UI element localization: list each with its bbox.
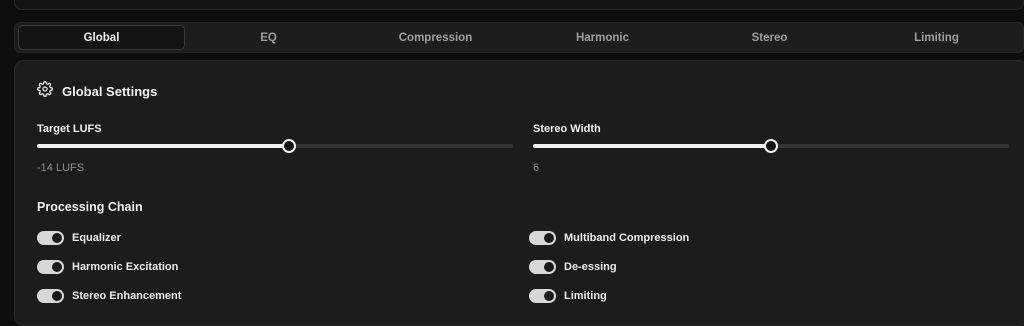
toggle-row-multiband-compression: Multiband Compression [529, 231, 689, 245]
stereo-width-thumb[interactable] [764, 139, 778, 153]
target-lufs-slider[interactable] [37, 139, 513, 153]
stereo-width-fill [533, 144, 771, 148]
equalizer-label: Equalizer [72, 232, 121, 244]
toggle-knob [52, 262, 62, 272]
multiband-compression-label: Multiband Compression [564, 232, 690, 244]
tab-stereo[interactable]: Stereo [686, 25, 853, 50]
toggle-knob [544, 233, 554, 243]
de-essing-toggle[interactable] [529, 260, 556, 274]
tab-compression[interactable]: Compression [352, 25, 519, 50]
toggle-knob [52, 291, 62, 301]
multiband-compression-toggle[interactable] [529, 231, 556, 245]
equalizer-toggle[interactable] [37, 231, 64, 245]
target-lufs-control: Target LUFS -14 LUFS [37, 123, 513, 174]
tab-eq[interactable]: EQ [185, 25, 352, 50]
processing-chain-title: Processing Chain [37, 200, 143, 214]
toggle-row-stereo-enhancement: Stereo Enhancement [37, 289, 181, 303]
tab-limiting[interactable]: Limiting [853, 25, 1020, 50]
limiting-label: Limiting [564, 290, 607, 302]
tab-harmonic[interactable]: Harmonic [519, 25, 686, 50]
harmonic-excitation-toggle[interactable] [37, 260, 64, 274]
target-lufs-thumb[interactable] [282, 139, 297, 153]
toggle-row-limiting: Limiting [529, 289, 607, 303]
toggle-knob [544, 291, 554, 301]
toggle-knob [52, 233, 62, 243]
top-panel [14, 0, 1024, 10]
stereo-width-slider[interactable] [533, 139, 1009, 153]
target-lufs-label: Target LUFS [37, 123, 102, 135]
stereo-width-control: Stereo Width 6 [533, 123, 1009, 174]
toggle-row-equalizer: Equalizer [37, 231, 121, 245]
target-lufs-value: -14 LUFS [37, 162, 85, 174]
stereo-enhancement-label: Stereo Enhancement [72, 290, 182, 302]
stereo-width-value: 6 [533, 162, 540, 174]
de-essing-label: De-essing [564, 261, 617, 273]
stereo-enhancement-toggle[interactable] [37, 289, 64, 303]
global-settings-card: Global Settings Target LUFS -14 LUFS Ste… [14, 60, 1024, 326]
harmonic-excitation-label: Harmonic Excitation [72, 261, 179, 273]
limiting-toggle[interactable] [529, 289, 556, 303]
toggle-knob [544, 262, 554, 272]
gear-icon [37, 81, 53, 102]
panel-title: Global Settings [62, 84, 158, 99]
tab-bar: Global EQ Compression Harmonic Stereo Li… [14, 22, 1024, 53]
card-header: Global Settings [37, 81, 157, 102]
stereo-width-label: Stereo Width [533, 123, 601, 135]
toggle-row-de-essing: De-essing [529, 260, 617, 274]
tab-global[interactable]: Global [18, 25, 185, 50]
toggle-row-harmonic-excitation: Harmonic Excitation [37, 260, 178, 274]
target-lufs-fill [37, 144, 290, 148]
